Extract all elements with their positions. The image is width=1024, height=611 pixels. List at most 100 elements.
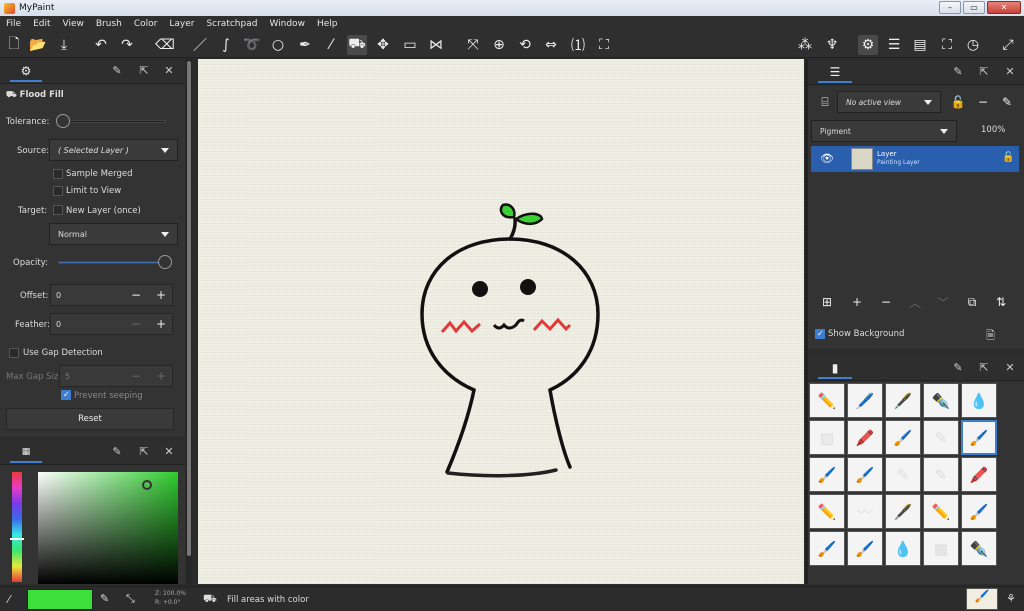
brush-pen-icon[interactable]: 🖋️ [885,383,921,418]
frame-icon[interactable]: ▭ [400,35,420,55]
rotate-icon[interactable]: ⟲ [515,35,535,55]
brush-sponge-icon[interactable]: 🖌️ [961,494,997,529]
menu-view[interactable]: View [57,19,90,29]
edit-view-icon[interactable]: ✎ [997,92,1017,112]
eraser-icon[interactable]: ⌫ [155,35,175,55]
close-button[interactable]: ✕ [987,1,1021,14]
brush-marker-icon[interactable]: 🖍️ [847,420,883,455]
layer-opacity[interactable]: 100% [981,125,1005,135]
minimize-button[interactable]: – [939,1,961,14]
color-history-icon[interactable]: ⁂ [795,35,815,55]
brush-eraser-icon[interactable]: ▧ [809,420,845,455]
tool-options-tab[interactable]: ⚙ [10,62,42,82]
detach-icon[interactable]: ⇱ [977,65,991,79]
brushes-tab[interactable]: ▮ [818,358,852,379]
scratchpad-icon[interactable]: ▤ [910,35,930,55]
settings-icon[interactable]: ⚙ [858,35,878,55]
brush-smudge-icon[interactable]: 🖌️ [847,531,883,566]
eyedropper-icon[interactable]: ⁄ [8,593,10,606]
menu-layer[interactable]: Layer [163,19,200,29]
offset-plus-button[interactable]: + [151,285,171,305]
menu-edit[interactable]: Edit [27,19,56,29]
menu-scratchpad[interactable]: Scratchpad [200,19,263,29]
fit-icon[interactable]: ⛶ [594,35,614,55]
brush-scribble-icon[interactable]: 〰 [847,494,883,529]
brush-pencil-blue-icon[interactable]: 🖊️ [847,383,883,418]
pin-icon[interactable]: ✎ [951,65,965,79]
menu-icon[interactable]: ☰ [884,35,904,55]
blend-mode-combo[interactable]: Normal [49,223,178,245]
detach-icon[interactable]: ⇱ [137,445,151,459]
move-down-icon[interactable]: ﹀ [933,292,953,312]
brush-icon[interactable]: ／ [190,35,210,55]
add-icon[interactable]: + [847,292,867,312]
layers-tab[interactable]: ☰ [818,62,852,83]
sample-merged-checkbox[interactable] [53,169,63,179]
brush-red-icon[interactable]: 🖌️ [809,531,845,566]
prevent-seeping-checkbox[interactable] [61,390,71,400]
menu-brush[interactable]: Brush [90,19,128,29]
brush-fine-icon[interactable]: 🖋️ [885,494,921,529]
remove-view-icon[interactable]: − [973,92,993,112]
brush-blue-marker-icon[interactable]: 🖌️ [885,420,921,455]
tolerance-slider[interactable] [58,120,166,123]
brush-watercolor-icon[interactable]: 🖌️ [809,457,845,492]
brush-pencil-icon[interactable]: ✏️ [809,383,845,418]
pin-icon[interactable]: ✎ [110,64,124,78]
brush-ink-icon[interactable]: ✒️ [923,383,959,418]
detach-icon[interactable]: ⇱ [977,361,991,375]
max-gap-plus-button[interactable]: + [151,366,171,386]
undo-icon[interactable]: ↶ [91,35,111,55]
flood-fill-icon[interactable]: ⛟ [347,35,367,55]
open-icon[interactable]: 📂 [28,35,48,55]
layer-properties-icon[interactable]: ⇅ [991,292,1011,312]
feather-plus-button[interactable]: + [151,314,171,334]
maximize-button[interactable]: ▭ [963,1,985,14]
brush-crayon-icon[interactable]: 🖍️ [961,457,997,492]
pan-icon[interactable]: ⤧ [463,35,483,55]
panel-close-icon[interactable]: ✕ [162,445,176,459]
panel-close-icon[interactable]: ✕ [162,64,176,78]
menu-window[interactable]: Window [263,19,311,29]
brush-yellow-icon[interactable]: ✏️ [923,494,959,529]
camera-icon[interactable]: ⌸ [815,92,835,112]
zoom-reset-icon[interactable]: ⑴ [568,35,588,55]
brush-airbrush-icon[interactable]: ✎ [923,420,959,455]
lasso-icon[interactable]: ➰ [242,35,262,55]
ellipse-icon[interactable]: ○ [268,35,288,55]
brush-thin-icon[interactable]: ✏️ [809,494,845,529]
lock-view-icon[interactable]: 🔓 [948,92,968,112]
brush-selected-icon[interactable]: 🖌️ [961,420,997,455]
drawing-canvas[interactable] [198,59,804,584]
time-icon[interactable]: ◷ [963,35,983,55]
remove-icon[interactable]: − [876,292,896,312]
pen-icon[interactable]: ✒ [295,35,315,55]
brush-water-icon[interactable]: 💧 [885,531,921,566]
feather-minus-button[interactable]: − [126,314,146,334]
brush-history-icon[interactable]: ♆ [822,35,842,55]
pin-icon[interactable]: ✎ [110,445,124,459]
add-layer-icon[interactable]: ⊞ [817,292,837,312]
brush-chalk-icon[interactable]: ✎ [923,457,959,492]
fullscreen-icon[interactable]: ⛶ [937,35,957,55]
zoom-icon[interactable]: ⊕ [489,35,509,55]
layer-row[interactable]: 👁 Layer Painting Layer 🔓 [811,146,1019,172]
hue-slider[interactable] [10,472,24,582]
limit-to-view-checkbox[interactable] [53,186,63,196]
source-combo[interactable]: ( Selected Layer ) [49,139,178,161]
symmetry-icon[interactable]: ⋈ [426,35,446,55]
save-icon[interactable]: ⤓ [54,35,74,55]
opacity-slider[interactable] [58,261,170,264]
view-combo[interactable]: No active view [837,91,941,113]
brush-charcoal-icon[interactable]: ✎ [885,457,921,492]
mirror-icon[interactable]: ⇔ [541,35,561,55]
eye-icon[interactable]: 👁 [820,152,834,165]
panel-close-icon[interactable]: ✕ [1003,361,1017,375]
saturation-value-picker[interactable] [38,472,178,584]
duplicate-icon[interactable]: ⧉ [962,292,982,312]
brush-pick-icon[interactable]: ⤡ [126,592,135,606]
brush-settings-icon[interactable]: ⚘ [1006,592,1016,605]
opacity-knob[interactable] [158,255,172,269]
brush-texture-icon[interactable]: ▩ [923,531,959,566]
color-picker-marker[interactable] [142,480,152,490]
